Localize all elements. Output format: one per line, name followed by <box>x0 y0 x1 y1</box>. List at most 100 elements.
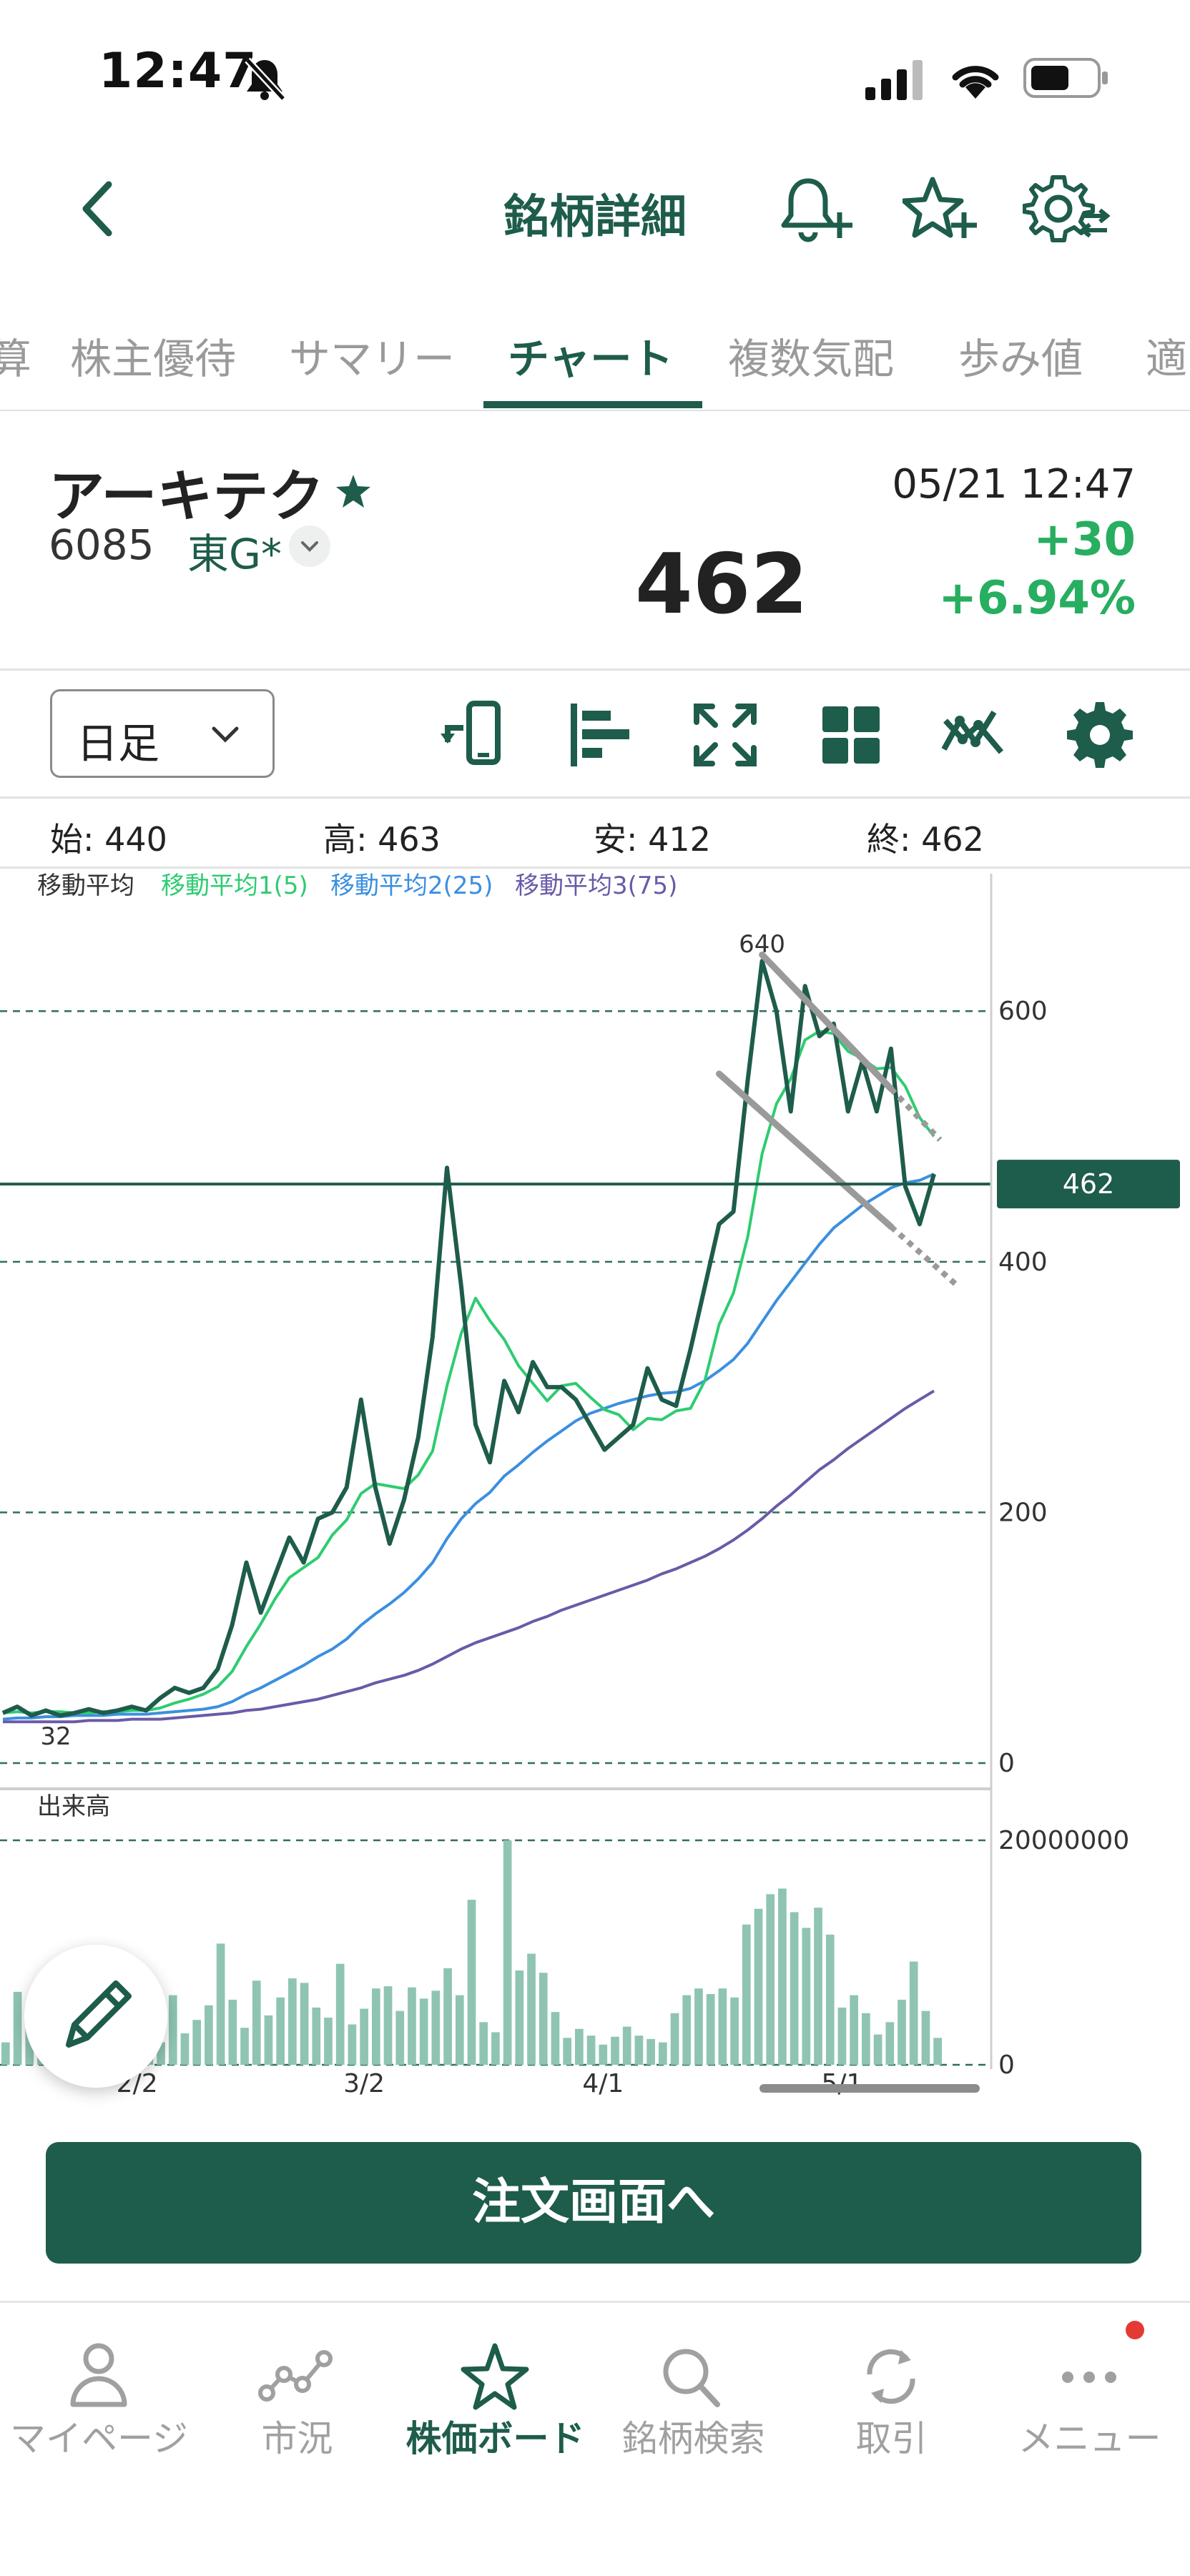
price-axis-tick: 600 <box>998 997 1048 1026</box>
high-label: 高: <box>323 820 368 859</box>
volume-bar <box>300 1983 309 2065</box>
settings-icon[interactable] <box>1064 699 1136 771</box>
price-chart[interactable]: 0200400600020000000462640322/2 3/2 4/1 5/1 … <box>0 868 1190 2098</box>
volume-bar <box>228 1999 237 2065</box>
volume-bar <box>252 1980 261 2065</box>
volume-bar <box>491 2032 500 2065</box>
price-change: +30 <box>1033 513 1136 566</box>
volume-bar <box>682 1995 692 2065</box>
order-screen-button[interactable]: 注文画面へ <box>46 2142 1141 2264</box>
price-line <box>1 959 936 1718</box>
volume-bar <box>264 2015 273 2065</box>
tab-bar: 算 株主優待 サマリー チャート 複数気配 歩み値 適 <box>0 325 1190 411</box>
price-axis-tick: 400 <box>998 1248 1048 1277</box>
volume-bar <box>216 1943 225 2065</box>
volume-bar <box>360 2008 368 2065</box>
indicator-bars-icon[interactable] <box>565 699 636 771</box>
tab-summary[interactable]: サマリー <box>289 325 455 385</box>
chevron-down-icon <box>212 726 239 743</box>
volume-bar <box>586 2035 596 2065</box>
volume-axis-tick: 20000000 <box>998 1826 1129 1855</box>
fullscreen-icon[interactable] <box>689 699 761 771</box>
cellular-signal-icon <box>865 60 923 100</box>
draw-fab-button[interactable] <box>24 1945 167 2088</box>
add-favorite-icon[interactable] <box>903 175 978 244</box>
volume-bar <box>1 2042 10 2065</box>
volume-bar <box>205 2005 213 2065</box>
tab-settlement[interactable]: 算 <box>0 325 31 385</box>
trend-channel-line <box>716 1070 895 1230</box>
volume-bar <box>240 2028 249 2065</box>
low-value: 412 <box>648 820 711 859</box>
tab-chart[interactable]: チャート <box>508 325 673 385</box>
x-axis-tick: 4/1 <box>582 2069 624 2098</box>
volume-bar <box>575 2028 584 2065</box>
wifi-icon <box>952 66 999 99</box>
volume-bar <box>921 2010 930 2065</box>
ma2-line <box>2 1173 935 1721</box>
trend-channel-line <box>759 951 895 1092</box>
volume-bar <box>754 1908 763 2065</box>
tab-time-and-sales[interactable]: 歩み値 <box>958 325 1083 385</box>
active-tab-indicator <box>483 401 702 408</box>
market-selector[interactable]: 東G* <box>187 520 282 581</box>
tab-multi-quotes[interactable]: 複数気配 <box>728 325 894 385</box>
volume-bar <box>850 1995 859 2065</box>
volume-bar <box>503 1840 512 2065</box>
volume-bar <box>527 1953 536 2065</box>
ohlc-close: 終: 462 <box>867 814 984 861</box>
close-label: 終: <box>867 820 911 859</box>
high-value: 463 <box>378 820 441 859</box>
nav-label: 取引 <box>855 2418 928 2459</box>
settings-swap-icon[interactable] <box>1023 172 1110 247</box>
price-axis-tick: 200 <box>998 1498 1048 1527</box>
refresh-icon <box>867 2349 915 2404</box>
more-dots-icon <box>1062 2372 1116 2383</box>
favorite-star-icon[interactable] <box>335 473 372 509</box>
volume-bar <box>515 1970 524 2065</box>
legend-ma1: 移動平均1(5) <box>161 872 308 900</box>
current-price: 462 <box>635 536 809 633</box>
volume-bar <box>814 1908 822 2065</box>
legend-ma2: 移動平均2(25) <box>330 872 493 900</box>
nav-label: メニュー <box>1018 2418 1161 2459</box>
volume-bar <box>419 1998 428 2065</box>
volume-bar <box>898 1999 906 2065</box>
low-label: 安: <box>594 820 638 859</box>
volume-bar <box>766 1894 775 2065</box>
volume-bar <box>646 2038 655 2065</box>
status-time: 12:47 <box>99 43 257 99</box>
chart-scrollbar[interactable] <box>759 2084 980 2093</box>
person-icon <box>70 2343 127 2407</box>
volume-bar <box>933 2038 942 2065</box>
battery-icon <box>1023 58 1108 98</box>
volume-bar <box>551 2012 560 2065</box>
draw-trend-icon[interactable] <box>938 699 1010 771</box>
market-dropdown-button[interactable] <box>289 525 330 567</box>
volume-bar <box>634 2035 644 2065</box>
tab-suitability[interactable]: 適 <box>1146 325 1187 385</box>
add-alert-icon[interactable] <box>780 175 855 244</box>
legend-ma3: 移動平均3(75) <box>515 872 677 900</box>
price-axis-tick: 0 <box>998 1749 1015 1778</box>
tab-shareholder-benefits[interactable]: 株主優待 <box>70 325 236 385</box>
volume-bar <box>694 1988 703 2065</box>
volume-bar <box>192 2020 202 2065</box>
volume-bar <box>335 1963 345 2065</box>
volume-bar <box>885 2022 895 2065</box>
divider <box>0 668 1190 671</box>
volume-bar <box>288 1978 297 2065</box>
volume-bar <box>168 1995 177 2065</box>
volume-bar <box>180 2033 190 2065</box>
volume-bar <box>276 1997 285 2065</box>
legend-title: 移動平均 <box>37 872 134 900</box>
notification-badge <box>1126 2321 1144 2339</box>
layout-grid-icon[interactable] <box>815 699 887 771</box>
open-label: 始: <box>50 820 94 859</box>
period-selector[interactable]: 日足 <box>50 689 275 778</box>
pencil-icon <box>66 1980 132 2048</box>
nav-label: マイページ <box>10 2418 188 2459</box>
volume-bar <box>790 1912 799 2065</box>
rotate-phone-icon[interactable] <box>438 699 509 771</box>
volume-bar <box>563 2038 572 2065</box>
